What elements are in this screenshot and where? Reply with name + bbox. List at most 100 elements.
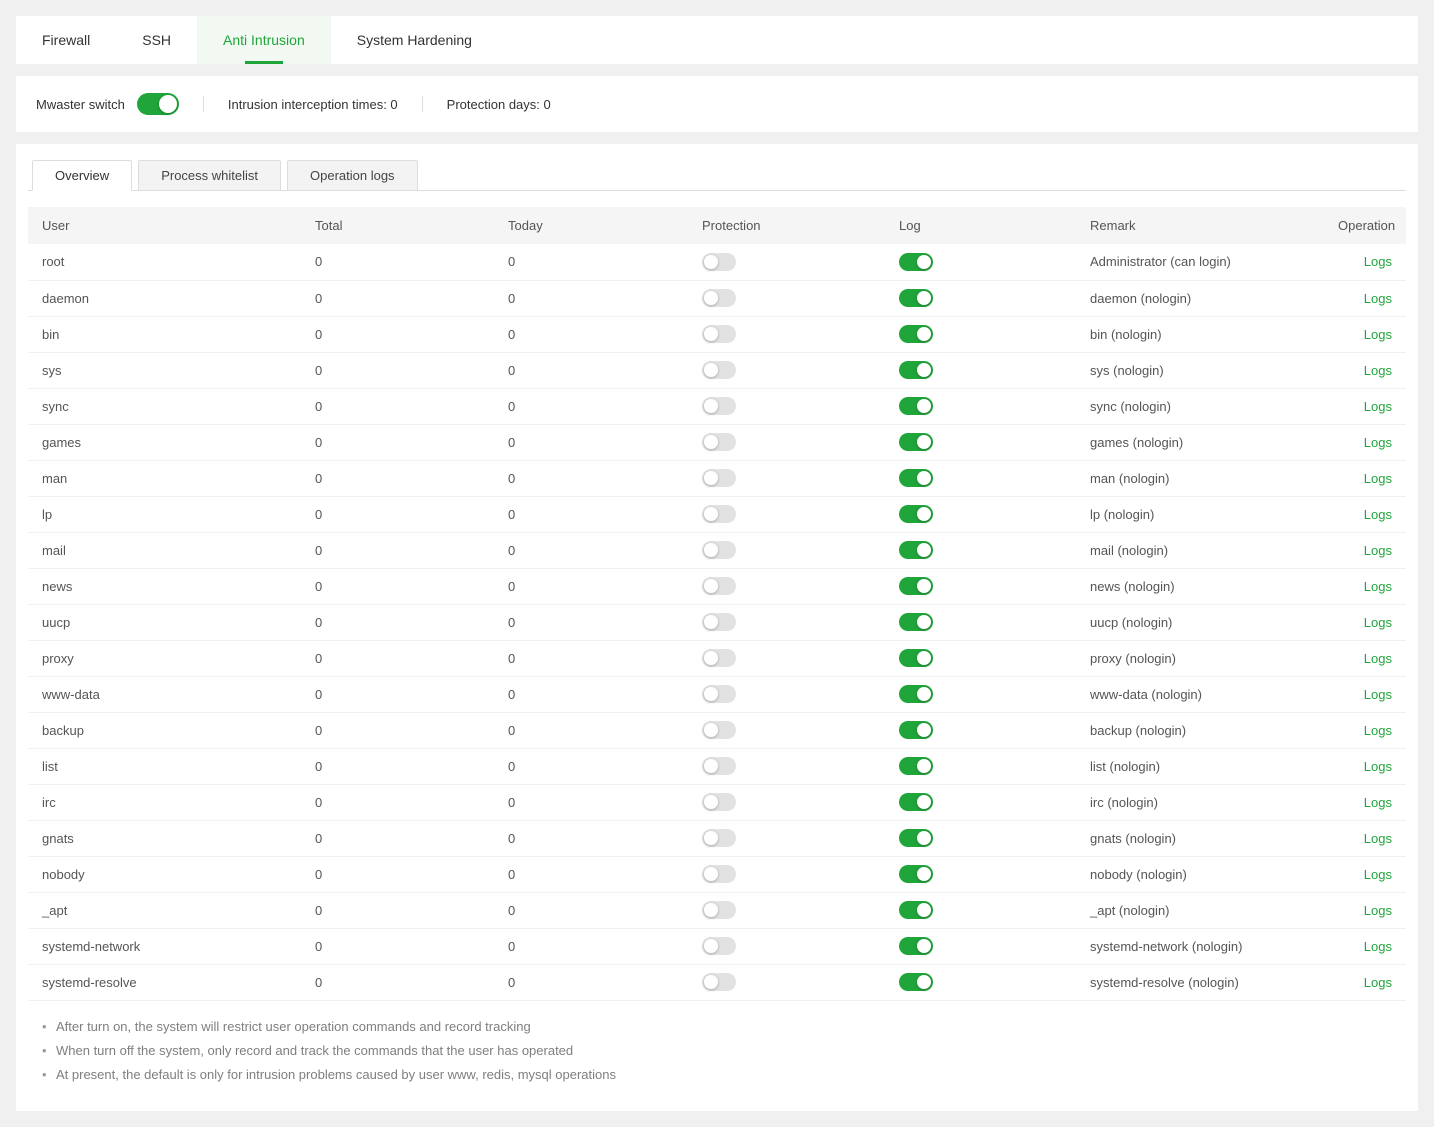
log-toggle[interactable] xyxy=(899,937,933,955)
toggle-knob xyxy=(704,507,718,521)
remark-cell: proxy (nologin) xyxy=(1076,640,1324,676)
toggle-knob xyxy=(704,435,718,449)
today-cell: 0 xyxy=(494,964,688,1000)
tab-label: Anti Intrusion xyxy=(223,32,305,48)
total-cell: 0 xyxy=(301,316,494,352)
log-toggle[interactable] xyxy=(899,541,933,559)
log-toggle[interactable] xyxy=(899,397,933,415)
logs-link[interactable]: Logs xyxy=(1364,254,1392,269)
log-toggle[interactable] xyxy=(899,253,933,271)
protection-toggle[interactable] xyxy=(702,793,736,811)
tab-system-hardening[interactable]: System Hardening xyxy=(331,16,498,64)
tab-anti-intrusion[interactable]: Anti Intrusion xyxy=(197,16,331,64)
log-toggle[interactable] xyxy=(899,757,933,775)
log-toggle[interactable] xyxy=(899,793,933,811)
logs-link[interactable]: Logs xyxy=(1364,363,1392,378)
log-toggle[interactable] xyxy=(899,361,933,379)
logs-link[interactable]: Logs xyxy=(1364,327,1392,342)
log-toggle[interactable] xyxy=(899,901,933,919)
logs-link[interactable]: Logs xyxy=(1364,975,1392,990)
total-cell: 0 xyxy=(301,244,494,280)
log-toggle[interactable] xyxy=(899,505,933,523)
log-toggle[interactable] xyxy=(899,577,933,595)
tab-firewall[interactable]: Firewall xyxy=(16,16,116,64)
protection-toggle[interactable] xyxy=(702,505,736,523)
log-toggle[interactable] xyxy=(899,685,933,703)
protection-toggle[interactable] xyxy=(702,649,736,667)
remark-cell: systemd-network (nologin) xyxy=(1076,928,1324,964)
protection-toggle[interactable] xyxy=(702,577,736,595)
logs-link[interactable]: Logs xyxy=(1364,399,1392,414)
table-row: systemd-resolve 0 0 systemd-resolve (nol… xyxy=(28,964,1406,1000)
log-toggle[interactable] xyxy=(899,469,933,487)
subtab-process-whitelist[interactable]: Process whitelist xyxy=(138,160,281,191)
protection-toggle[interactable] xyxy=(702,865,736,883)
today-cell: 0 xyxy=(494,784,688,820)
protection-toggle[interactable] xyxy=(702,253,736,271)
table-row: man 0 0 man (nologin) Logs xyxy=(28,460,1406,496)
table-row: news 0 0 news (nologin) Logs xyxy=(28,568,1406,604)
tab-ssh[interactable]: SSH xyxy=(116,16,197,64)
logs-link[interactable]: Logs xyxy=(1364,831,1392,846)
protection-toggle[interactable] xyxy=(702,973,736,991)
logs-link[interactable]: Logs xyxy=(1364,543,1392,558)
protection-toggle[interactable] xyxy=(702,469,736,487)
user-cell: uucp xyxy=(28,604,301,640)
protection-toggle[interactable] xyxy=(702,721,736,739)
protection-toggle[interactable] xyxy=(702,361,736,379)
toggle-knob xyxy=(704,939,718,953)
log-toggle[interactable] xyxy=(899,721,933,739)
table-header-row: User Total Today Protection Log Remark O… xyxy=(28,207,1406,244)
logs-link[interactable]: Logs xyxy=(1364,579,1392,594)
log-toggle[interactable] xyxy=(899,829,933,847)
protection-toggle[interactable] xyxy=(702,397,736,415)
today-cell: 0 xyxy=(494,244,688,280)
toggle-knob xyxy=(704,867,718,881)
subtab-operation-logs[interactable]: Operation logs xyxy=(287,160,418,191)
toggle-knob xyxy=(704,255,718,269)
today-cell: 0 xyxy=(494,928,688,964)
sub-tabbar: Overview Process whitelist Operation log… xyxy=(28,160,1406,191)
log-toggle[interactable] xyxy=(899,649,933,667)
protection-toggle[interactable] xyxy=(702,829,736,847)
log-toggle[interactable] xyxy=(899,433,933,451)
toggle-knob xyxy=(704,831,718,845)
protection-toggle[interactable] xyxy=(702,901,736,919)
log-toggle[interactable] xyxy=(899,613,933,631)
protection-toggle[interactable] xyxy=(702,541,736,559)
protection-toggle[interactable] xyxy=(702,757,736,775)
user-cell: man xyxy=(28,460,301,496)
log-toggle[interactable] xyxy=(899,325,933,343)
log-toggle[interactable] xyxy=(899,973,933,991)
total-cell: 0 xyxy=(301,352,494,388)
toggle-knob xyxy=(917,579,931,593)
protection-toggle[interactable] xyxy=(702,325,736,343)
logs-link[interactable]: Logs xyxy=(1364,615,1392,630)
logs-link[interactable]: Logs xyxy=(1364,903,1392,918)
protection-toggle[interactable] xyxy=(702,289,736,307)
protection-toggle[interactable] xyxy=(702,685,736,703)
total-cell: 0 xyxy=(301,964,494,1000)
log-toggle[interactable] xyxy=(899,865,933,883)
subtab-overview[interactable]: Overview xyxy=(32,160,132,191)
logs-link[interactable]: Logs xyxy=(1364,651,1392,666)
master-switch-toggle[interactable] xyxy=(137,93,179,115)
today-cell: 0 xyxy=(494,604,688,640)
logs-link[interactable]: Logs xyxy=(1364,939,1392,954)
logs-link[interactable]: Logs xyxy=(1364,759,1392,774)
logs-link[interactable]: Logs xyxy=(1364,507,1392,522)
logs-link[interactable]: Logs xyxy=(1364,723,1392,738)
protection-toggle[interactable] xyxy=(702,937,736,955)
protection-toggle[interactable] xyxy=(702,613,736,631)
protection-toggle[interactable] xyxy=(702,433,736,451)
logs-link[interactable]: Logs xyxy=(1364,867,1392,882)
toggle-knob xyxy=(917,759,931,773)
logs-link[interactable]: Logs xyxy=(1364,687,1392,702)
logs-link[interactable]: Logs xyxy=(1364,795,1392,810)
toggle-knob xyxy=(917,291,931,305)
table-row: uucp 0 0 uucp (nologin) Logs xyxy=(28,604,1406,640)
log-toggle[interactable] xyxy=(899,289,933,307)
logs-link[interactable]: Logs xyxy=(1364,291,1392,306)
logs-link[interactable]: Logs xyxy=(1364,435,1392,450)
logs-link[interactable]: Logs xyxy=(1364,471,1392,486)
